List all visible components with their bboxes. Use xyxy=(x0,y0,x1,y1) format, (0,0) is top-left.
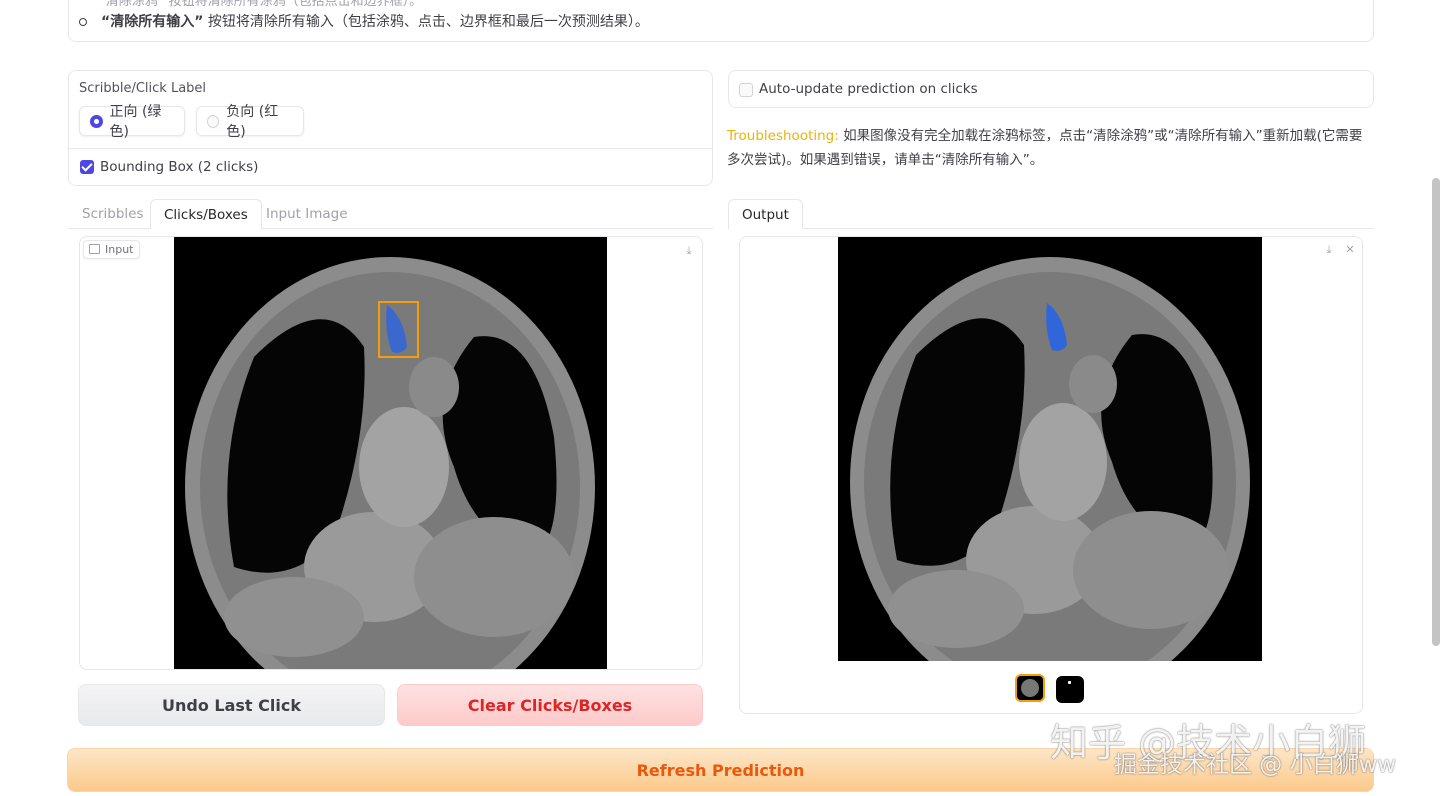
bbox-checkbox[interactable] xyxy=(80,160,94,174)
instructions-panel: “清除涂鸦” 按钮将清除所有涂鸦（包括点击和边界框）。 “清除所有输入” 按钮将… xyxy=(68,0,1374,42)
thumbnail-mask xyxy=(1068,681,1071,684)
divider xyxy=(69,148,712,149)
tab-input-image[interactable]: Input Image xyxy=(266,206,348,222)
tab-scribbles[interactable]: Scribbles xyxy=(82,206,144,222)
undo-last-click-button[interactable]: Undo Last Click xyxy=(78,684,385,726)
note-line-1: “清除涂鸦” 按钮将清除所有涂鸦（包括点击和边界框）。 xyxy=(99,0,423,9)
note-bold: “清除所有输入” xyxy=(101,14,204,30)
bullet-icon xyxy=(79,18,87,26)
radio-checked-icon xyxy=(90,114,103,128)
radio-positive[interactable]: 正向 (绿色) xyxy=(79,104,185,140)
note-rest: 按钮将清除所有输入（包括涂鸦、点击、边界框和最后一次预测结果）。 xyxy=(203,14,649,30)
auto-update-panel: Auto-update prediction on clicks xyxy=(728,70,1374,108)
image-icon xyxy=(89,244,100,254)
radio-negative-label: 负向 (红色) xyxy=(226,104,279,140)
note-line-2: “清除所有输入” 按钮将清除所有输入（包括涂鸦、点击、边界框和最后一次预测结果）… xyxy=(79,11,649,31)
output-thumbnail-2[interactable] xyxy=(1056,676,1084,703)
output-scan-graphic xyxy=(838,237,1262,661)
troubleshooting-label: Troubleshooting: xyxy=(727,128,839,144)
input-image-label: Input xyxy=(83,240,141,259)
troubleshooting-text: Troubleshooting: 如果图像没有完全加载在涂鸦标签，点击“清除涂鸦… xyxy=(727,124,1375,172)
download-icon[interactable]: ⤓ xyxy=(1320,241,1338,259)
label-panel-title: Scribble/Click Label xyxy=(79,81,207,96)
clear-clicks-boxes-button[interactable]: Clear Clicks/Boxes xyxy=(397,684,703,726)
thumbnail-scan xyxy=(1021,679,1039,697)
bbox-label: Bounding Box (2 clicks) xyxy=(100,159,259,175)
check-icon xyxy=(81,160,93,172)
download-icon[interactable]: ⤓ xyxy=(680,242,698,260)
auto-update-checkbox[interactable] xyxy=(739,83,753,97)
auto-update-label: Auto-update prediction on clicks xyxy=(759,81,978,97)
label-panel: Scribble/Click Label 正向 (绿色) 负向 (红色) Bou… xyxy=(68,70,713,186)
radio-negative[interactable]: 负向 (红色) xyxy=(196,104,304,140)
tab-clicks-boxes[interactable]: Clicks/Boxes xyxy=(150,199,262,229)
input-scan-graphic xyxy=(174,237,607,669)
tab-output[interactable]: Output xyxy=(728,199,803,229)
input-label-text: Input xyxy=(105,243,134,256)
input-ct-scan[interactable] xyxy=(174,237,607,669)
page-scrollbar[interactable] xyxy=(1432,178,1440,646)
radio-positive-label: 正向 (绿色) xyxy=(109,104,162,140)
close-icon[interactable]: ✕ xyxy=(1341,241,1359,259)
output-ct-scan xyxy=(838,237,1262,661)
watermark-juejin: 掘金技术社区 @ 小白狮ww xyxy=(1114,752,1397,778)
output-tab-underline xyxy=(728,228,1374,229)
radio-unchecked-icon xyxy=(207,114,220,128)
output-thumbnail-1[interactable] xyxy=(1015,674,1045,702)
